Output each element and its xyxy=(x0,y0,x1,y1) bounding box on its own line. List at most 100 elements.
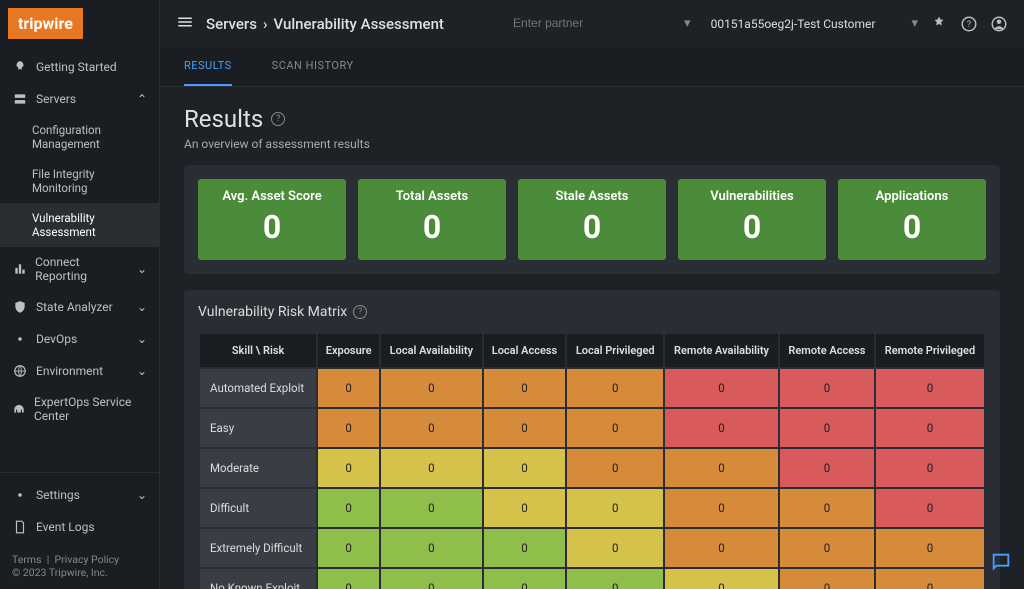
matrix-cell[interactable]: 0 xyxy=(318,369,379,407)
chevron-down-icon: ⌄ xyxy=(137,332,147,346)
sidebar-item-settings[interactable]: Settings⌄ xyxy=(0,479,159,511)
chat-icon[interactable] xyxy=(990,551,1012,577)
matrix-cell[interactable]: 0 xyxy=(876,369,984,407)
summary-card-avg-asset-score[interactable]: Avg. Asset Score0 xyxy=(198,179,346,260)
matrix-cell[interactable]: 0 xyxy=(780,569,874,589)
card-value: 0 xyxy=(686,208,818,246)
matrix-cell[interactable]: 0 xyxy=(567,369,663,407)
privacy-link[interactable]: Privacy Policy xyxy=(55,553,120,566)
partner-select[interactable] xyxy=(505,10,692,37)
summary-card-applications[interactable]: Applications0 xyxy=(838,179,986,260)
help-icon[interactable]: ? xyxy=(960,15,978,33)
matrix-cell[interactable]: 0 xyxy=(665,449,778,487)
sidebar-item-getting-started[interactable]: Getting Started xyxy=(0,51,159,83)
matrix-cell[interactable]: 0 xyxy=(381,409,482,447)
chevron-down-icon: ⌄ xyxy=(137,364,147,378)
matrix-cell[interactable]: 0 xyxy=(381,569,482,589)
matrix-cell[interactable]: 0 xyxy=(876,449,984,487)
matrix-cell[interactable]: 0 xyxy=(381,369,482,407)
matrix-cell[interactable]: 0 xyxy=(381,449,482,487)
matrix-cell[interactable]: 0 xyxy=(665,489,778,527)
matrix-cell[interactable]: 0 xyxy=(567,569,663,589)
matrix-cell[interactable]: 0 xyxy=(484,569,566,589)
card-title: Total Assets xyxy=(366,189,498,204)
sidebar-item-configuration-management[interactable]: Configuration Management xyxy=(0,115,159,159)
matrix-row-label: No Known Exploit xyxy=(200,569,316,589)
dropdown-icon[interactable]: ▾ xyxy=(911,16,918,31)
matrix-cell[interactable]: 0 xyxy=(567,449,663,487)
tab-scan-history[interactable]: SCAN HISTORY xyxy=(272,47,354,86)
sidebar-item-environment[interactable]: Environment⌄ xyxy=(0,355,159,387)
card-title: Stale Assets xyxy=(526,189,658,204)
matrix-cell[interactable]: 0 xyxy=(381,529,482,567)
sidebar-item-file-integrity-monitoring[interactable]: File Integrity Monitoring xyxy=(0,159,159,203)
help-icon[interactable]: ? xyxy=(353,305,367,319)
matrix-cell[interactable]: 0 xyxy=(665,409,778,447)
matrix-cell[interactable]: 0 xyxy=(876,529,984,567)
sidebar-item-vulnerability-assessment[interactable]: Vulnerability Assessment xyxy=(0,203,159,247)
matrix-cell[interactable]: 0 xyxy=(876,489,984,527)
matrix-cell[interactable]: 0 xyxy=(567,529,663,567)
copyright: © 2023 Tripwire, Inc. xyxy=(12,566,147,579)
matrix-cell[interactable]: 0 xyxy=(484,369,566,407)
sidebar-item-connect-reporting[interactable]: Connect Reporting⌄ xyxy=(0,247,159,291)
customer-select[interactable]: 00151a55oeg2j-Test Customer xyxy=(703,11,900,37)
matrix-row: Extremely Difficult0000000 xyxy=(200,529,984,567)
matrix-cell[interactable]: 0 xyxy=(780,529,874,567)
matrix-cell[interactable]: 0 xyxy=(381,489,482,527)
matrix-title: Vulnerability Risk Matrix ? xyxy=(198,304,986,320)
sidebar-item-label: DevOps xyxy=(36,332,77,346)
sidebar-item-devops[interactable]: DevOps ⌄ xyxy=(0,323,159,355)
matrix-cell[interactable]: 0 xyxy=(567,409,663,447)
matrix-cell[interactable]: 0 xyxy=(876,569,984,589)
logo[interactable]: tripwire xyxy=(8,8,83,39)
sidebar-item-label: Vulnerability Assessment xyxy=(32,211,147,239)
sidebar-item-event-logs[interactable]: Event Logs xyxy=(0,511,159,543)
matrix-cell[interactable]: 0 xyxy=(665,529,778,567)
matrix-cell[interactable]: 0 xyxy=(780,369,874,407)
sidebar-item-expertops-service-center[interactable]: ExpertOps Service Center xyxy=(0,387,159,431)
svg-text:?: ? xyxy=(967,20,971,30)
matrix-cell[interactable]: 0 xyxy=(484,489,566,527)
matrix-cell[interactable]: 0 xyxy=(780,489,874,527)
matrix-cell[interactable]: 0 xyxy=(780,449,874,487)
summary-card-total-assets[interactable]: Total Assets0 xyxy=(358,179,506,260)
dropdown-icon[interactable]: ▾ xyxy=(684,16,691,31)
user-icon[interactable] xyxy=(990,15,1008,33)
help-icon[interactable]: ? xyxy=(271,112,285,126)
matrix-cell[interactable]: 0 xyxy=(318,489,379,527)
matrix-cell[interactable]: 0 xyxy=(484,449,566,487)
breadcrumb-parent[interactable]: Servers xyxy=(206,15,257,33)
matrix-cell[interactable]: 0 xyxy=(780,409,874,447)
matrix-panel: Vulnerability Risk Matrix ? Skill \ Risk… xyxy=(184,290,1000,589)
menu-icon[interactable] xyxy=(176,13,194,35)
sidebar-item-state-analyzer[interactable]: State Analyzer⌄ xyxy=(0,291,159,323)
summary-card-stale-assets[interactable]: Stale Assets0 xyxy=(518,179,666,260)
terms-link[interactable]: Terms xyxy=(12,553,42,566)
sidebar-item-label: Connect Reporting xyxy=(35,255,129,283)
matrix-cell[interactable]: 0 xyxy=(318,409,379,447)
matrix-cell[interactable]: 0 xyxy=(484,529,566,567)
globe-icon xyxy=(12,363,28,379)
matrix-cell[interactable]: 0 xyxy=(567,489,663,527)
matrix-cell[interactable]: 0 xyxy=(665,369,778,407)
matrix-cell[interactable]: 0 xyxy=(318,449,379,487)
matrix-cell[interactable]: 0 xyxy=(665,569,778,589)
divider xyxy=(0,472,159,473)
risk-matrix-table: Skill \ RiskExposureLocal AvailabilityLo… xyxy=(198,332,986,589)
tabs: RESULTS SCAN HISTORY xyxy=(160,47,1024,87)
matrix-cell[interactable]: 0 xyxy=(484,409,566,447)
matrix-cell[interactable]: 0 xyxy=(318,529,379,567)
cog-icon xyxy=(12,487,28,503)
summary-cards: Avg. Asset Score0Total Assets0Stale Asse… xyxy=(198,179,986,260)
matrix-row-label: Automated Exploit xyxy=(200,369,316,407)
settings-icon[interactable] xyxy=(930,15,948,33)
headset-icon xyxy=(12,401,26,417)
tab-results[interactable]: RESULTS xyxy=(184,47,232,86)
sidebar-item-servers[interactable]: Servers⌃ xyxy=(0,83,159,115)
matrix-cell[interactable]: 0 xyxy=(876,409,984,447)
matrix-cell[interactable]: 0 xyxy=(318,569,379,589)
sidebar-item-label: Servers xyxy=(36,92,76,106)
summary-card-vulnerabilities[interactable]: Vulnerabilities0 xyxy=(678,179,826,260)
chevron-down-icon: ⌄ xyxy=(137,488,147,502)
